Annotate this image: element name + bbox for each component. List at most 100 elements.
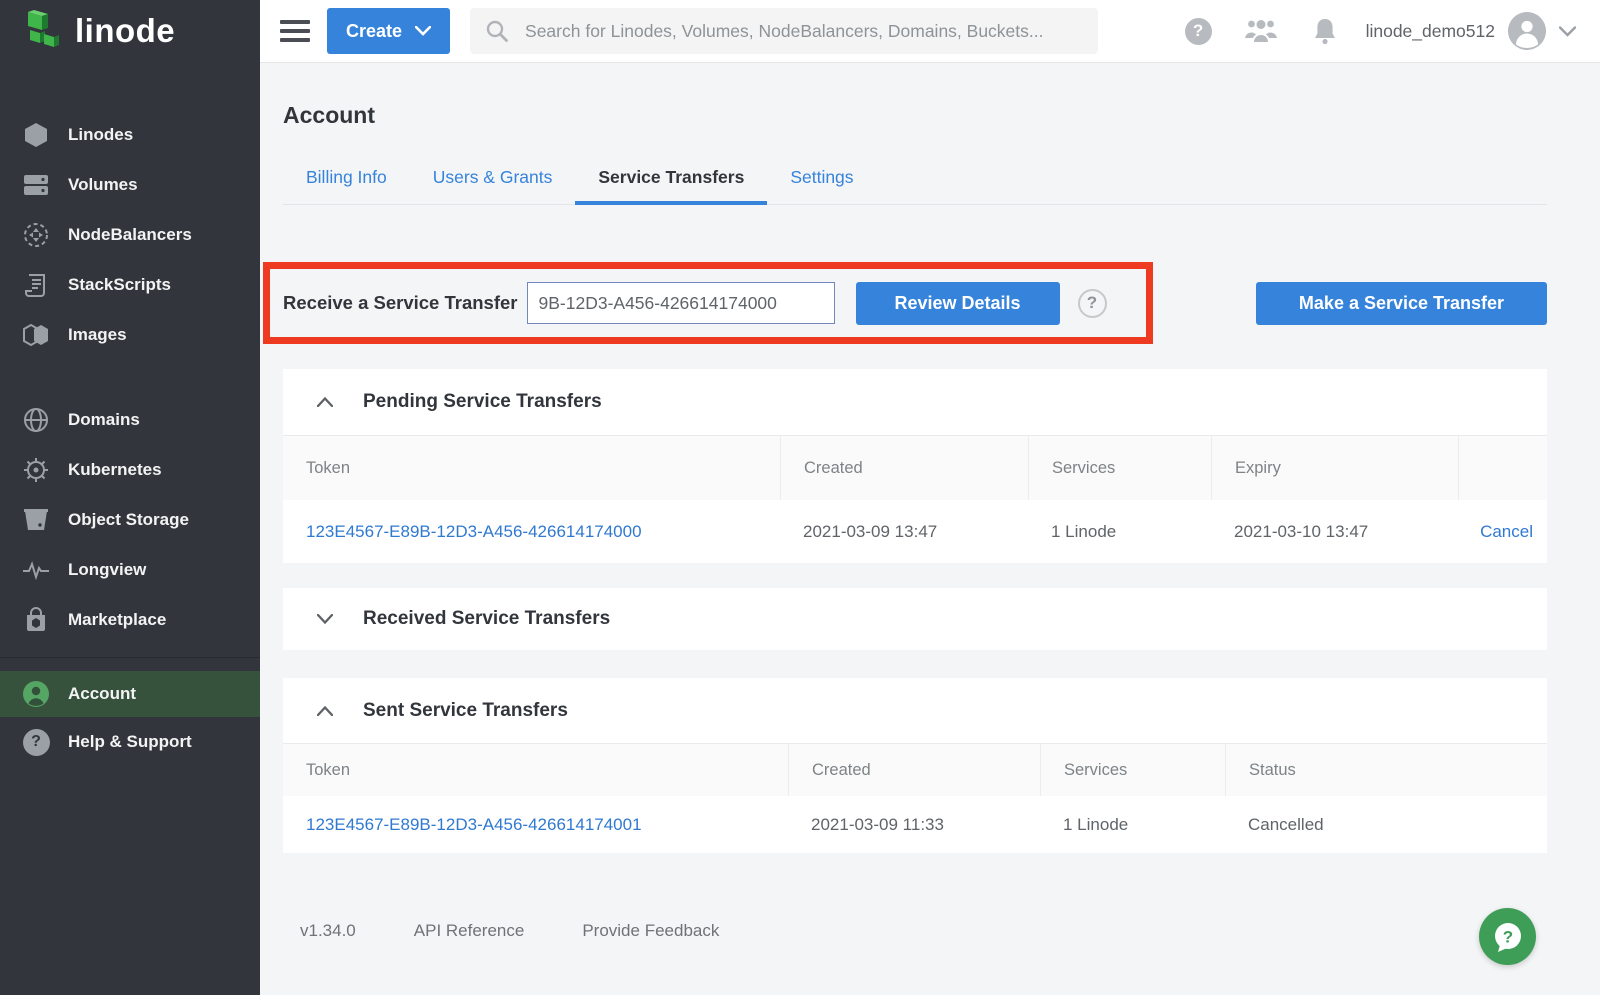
sidebar-item-label: Marketplace: [68, 610, 166, 630]
api-reference-link[interactable]: API Reference: [414, 921, 525, 941]
sidebar-item-marketplace[interactable]: Marketplace: [0, 595, 260, 645]
tab-billing-info[interactable]: Billing Info: [283, 167, 410, 204]
column-header-services: Services: [1028, 436, 1211, 500]
transfer-token-input[interactable]: [527, 282, 835, 324]
panel-title: Pending Service Transfers: [363, 391, 602, 413]
chevron-down-icon: [415, 26, 431, 36]
chat-question-icon: ?: [1489, 918, 1527, 956]
cell-created: 2021-03-09 13:47: [780, 500, 1028, 563]
linode-logo[interactable]: linode: [0, 0, 260, 66]
linodes-icon: [22, 122, 50, 148]
tab-users-grants[interactable]: Users & Grants: [410, 167, 576, 204]
received-transfers-panel: Received Service Transfers: [283, 588, 1547, 650]
sidebar-item-label: Help & Support: [68, 732, 192, 752]
column-header-action: [1458, 436, 1547, 500]
sidebar-item-account[interactable]: Account: [0, 671, 260, 717]
column-header-created: Created: [788, 744, 1040, 796]
search-icon: [485, 19, 509, 43]
chevron-down-icon: [317, 614, 333, 624]
column-header-token: Token: [283, 436, 780, 500]
volumes-icon: [22, 173, 50, 197]
transfer-help-icon[interactable]: ?: [1078, 289, 1107, 318]
review-details-button[interactable]: Review Details: [856, 282, 1060, 325]
sidebar-item-object-storage[interactable]: Object Storage: [0, 495, 260, 545]
received-transfers-toggle[interactable]: Received Service Transfers: [283, 588, 1547, 650]
sidebar-item-nodebalancers[interactable]: NodeBalancers: [0, 210, 260, 260]
help-chat-button[interactable]: ?: [1479, 908, 1536, 965]
nav-spacer: [0, 360, 260, 395]
topbar: Create ?: [260, 0, 1600, 63]
notifications-bell-icon[interactable]: [1312, 17, 1338, 45]
linode-cloud-manager: linode Linodes Volumes: [0, 0, 1600, 995]
search-input[interactable]: [523, 20, 1083, 43]
transfer-token-link[interactable]: 123E4567-E89B-12D3-A456-426614174000: [306, 522, 642, 542]
sidebar-item-label: Longview: [68, 560, 146, 580]
username[interactable]: linode_demo512: [1366, 21, 1495, 42]
column-header-created: Created: [780, 436, 1028, 500]
sent-transfers-toggle[interactable]: Sent Service Transfers: [283, 678, 1547, 743]
annotation-highlight-box: Receive a Service Transfer Review Detail…: [263, 262, 1153, 344]
help-icon: ?: [22, 729, 50, 756]
linode-logo-text: linode: [75, 12, 175, 50]
column-header-expiry: Expiry: [1211, 436, 1458, 500]
menu-icon[interactable]: [280, 20, 310, 42]
cell-status: Cancelled: [1225, 796, 1547, 853]
cancel-link[interactable]: Cancel: [1480, 522, 1533, 542]
svg-text:?: ?: [1502, 927, 1512, 946]
cell-created: 2021-03-09 11:33: [788, 796, 1040, 853]
sidebar-item-label: Images: [68, 325, 127, 345]
images-icon: [22, 323, 50, 347]
search-bar[interactable]: [470, 8, 1098, 54]
sidebar-item-images[interactable]: Images: [0, 310, 260, 360]
sidebar-item-label: NodeBalancers: [68, 225, 192, 245]
tabs: Billing Info Users & Grants Service Tran…: [283, 167, 1547, 205]
cell-expiry: 2021-03-10 13:47: [1211, 500, 1458, 563]
table-row: 123E4567-E89B-12D3-A456-426614174000 202…: [283, 500, 1547, 563]
panel-title: Received Service Transfers: [363, 608, 610, 630]
help-center-icon[interactable]: ?: [1185, 18, 1212, 45]
sidebar-item-longview[interactable]: Longview: [0, 545, 260, 595]
cell-services: 1 Linode: [1040, 796, 1225, 853]
pending-transfers-toggle[interactable]: Pending Service Transfers: [283, 369, 1547, 435]
sidebar-item-linodes[interactable]: Linodes: [0, 110, 260, 160]
main-area: Create ?: [260, 0, 1600, 995]
nav-divider: [0, 645, 260, 671]
account-icon: [22, 680, 50, 708]
nodebalancers-icon: [22, 222, 50, 248]
user-menu-chevron-icon[interactable]: [1559, 26, 1576, 37]
chevron-up-icon: [317, 397, 333, 407]
sidebar-item-help-support[interactable]: ? Help & Support: [0, 717, 260, 767]
sidebar-item-domains[interactable]: Domains: [0, 395, 260, 445]
provide-feedback-link[interactable]: Provide Feedback: [582, 921, 719, 941]
panel-title: Sent Service Transfers: [363, 700, 568, 722]
sidebar-item-stackscripts[interactable]: StackScripts: [0, 260, 260, 310]
avatar[interactable]: [1508, 12, 1546, 50]
sent-table-header: Token Created Services Status: [283, 743, 1547, 796]
marketplace-icon: [22, 607, 50, 633]
sidebar-item-label: StackScripts: [68, 275, 171, 295]
longview-icon: [22, 560, 50, 580]
receive-transfer-label: Receive a Service Transfer: [283, 292, 518, 314]
create-button[interactable]: Create: [327, 8, 450, 54]
create-button-label: Create: [346, 21, 402, 42]
sidebar-item-volumes[interactable]: Volumes: [0, 160, 260, 210]
column-header-status: Status: [1225, 744, 1547, 796]
community-icon[interactable]: [1244, 18, 1278, 44]
sidebar-item-label: Kubernetes: [68, 460, 162, 480]
make-service-transfer-button[interactable]: Make a Service Transfer: [1256, 282, 1547, 325]
pending-table-header: Token Created Services Expiry: [283, 435, 1547, 500]
sidebar-item-kubernetes[interactable]: Kubernetes: [0, 445, 260, 495]
topbar-right: ? linode: [1185, 12, 1576, 50]
transfer-token-link[interactable]: 123E4567-E89B-12D3-A456-426614174001: [306, 815, 642, 835]
column-header-services: Services: [1040, 744, 1225, 796]
sidebar: linode Linodes Volumes: [0, 0, 260, 995]
tab-settings[interactable]: Settings: [767, 167, 876, 204]
sidebar-item-label: Domains: [68, 410, 140, 430]
sidebar-nav: Linodes Volumes: [0, 110, 260, 767]
linode-logo-icon: [22, 10, 62, 57]
sent-transfers-panel: Sent Service Transfers Token Created Ser…: [283, 678, 1547, 853]
app-version: v1.34.0: [300, 921, 356, 941]
chevron-up-icon: [317, 706, 333, 716]
tab-service-transfers[interactable]: Service Transfers: [575, 167, 767, 205]
stackscripts-icon: [22, 272, 50, 298]
